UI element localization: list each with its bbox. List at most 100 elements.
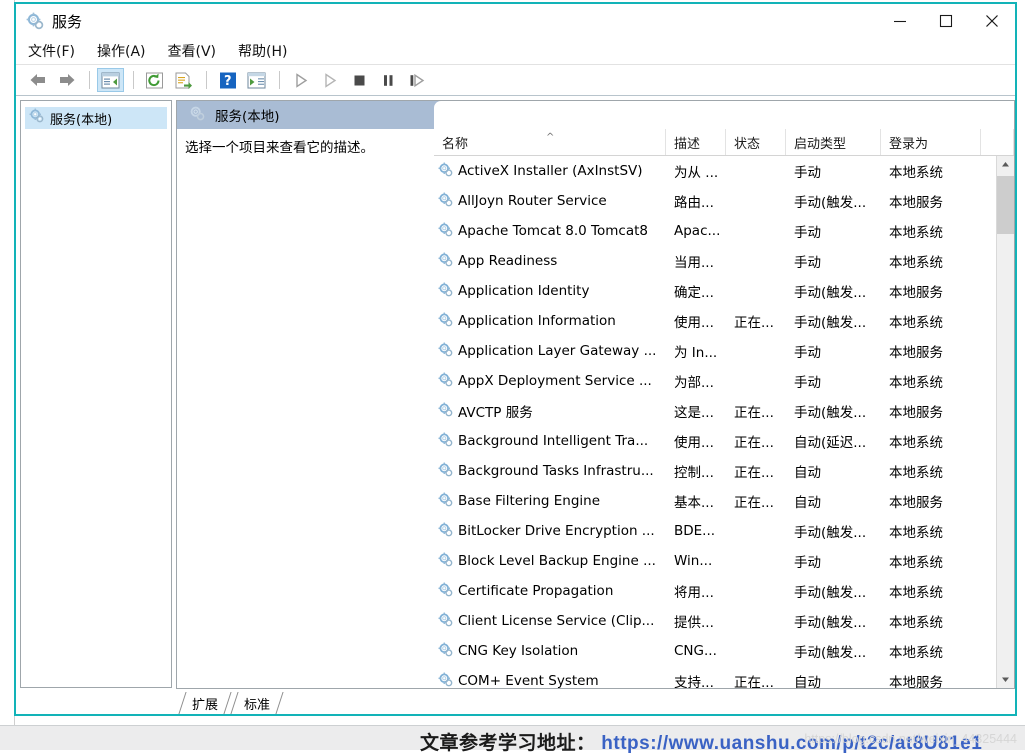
- properties-icon[interactable]: [243, 68, 270, 92]
- service-gear-icon: [438, 552, 458, 571]
- table-row[interactable]: Background Intelligent Tra... 使用... 正在... 自…: [434, 426, 996, 456]
- content-frame: 服务(本地) 选择一个项目来查看它的描述。 名称 ^ 描述 状态 启动类型 登录…: [176, 100, 1015, 688]
- service-gear-icon: [438, 402, 458, 421]
- row-description: 这是...: [674, 405, 714, 421]
- row-log-on-as: 本地系统: [889, 165, 943, 181]
- background-bottom-text-prefix: 文章参考学习地址：: [420, 733, 596, 754]
- row-startup-type: 手动(触发...: [794, 645, 867, 661]
- row-service-name: ActiveX Installer (AxInstSV): [434, 162, 666, 181]
- table-row[interactable]: Block Level Backup Engine ... Win... 手动 本地系…: [434, 546, 996, 576]
- show-hide-console-tree-icon[interactable]: [97, 68, 124, 92]
- resume-service-icon[interactable]: [316, 68, 343, 92]
- row-service-name: Application Layer Gateway ...: [434, 342, 666, 361]
- row-log-on-as: 本地系统: [889, 555, 943, 571]
- service-gear-icon: [438, 612, 458, 631]
- pause-service-icon[interactable]: [374, 68, 401, 92]
- row-service-name-label: Background Tasks Infrastru...: [458, 463, 654, 479]
- export-list-icon[interactable]: [170, 68, 197, 92]
- scroll-up-icon[interactable]: [997, 156, 1014, 173]
- menu-item-action[interactable]: 操作(A): [97, 41, 146, 61]
- table-row[interactable]: COM+ Event System 支持... 正在... 自动 本地服务: [434, 666, 996, 688]
- maximize-button[interactable]: [923, 4, 969, 38]
- service-gear-icon: [438, 522, 458, 541]
- restart-service-icon[interactable]: [403, 68, 430, 92]
- row-service-name-label: App Readiness: [458, 253, 558, 269]
- close-button[interactable]: [969, 4, 1015, 38]
- row-log-on-as: 本地服务: [889, 345, 943, 361]
- table-row[interactable]: Background Tasks Infrastru... 控制... 正在... 自…: [434, 456, 996, 486]
- services-gear-icon: [26, 12, 44, 30]
- row-log-on-as: 本地系统: [889, 525, 943, 541]
- row-service-name-label: COM+ Event System: [458, 673, 599, 688]
- stop-service-icon[interactable]: [345, 68, 372, 92]
- table-row[interactable]: Apache Tomcat 8.0 Tomcat8 Apac... 手动 本地系统: [434, 216, 996, 246]
- column-header-name[interactable]: 名称 ^: [434, 129, 666, 155]
- table-row[interactable]: Base Filtering Engine 基本... 正在... 自动 本地服务: [434, 486, 996, 516]
- menu-item-view[interactable]: 查看(V): [168, 41, 217, 61]
- tab-extended[interactable]: 扩展: [178, 692, 230, 714]
- menu-item-help[interactable]: 帮助(H): [238, 41, 287, 61]
- row-service-name: AVCTP 服务: [434, 401, 666, 421]
- row-service-name-label: Client License Service (Clip...: [458, 613, 655, 629]
- row-description: 将用...: [674, 585, 714, 601]
- row-service-name-label: Block Level Backup Engine ...: [458, 553, 656, 569]
- row-description: Apac...: [674, 223, 721, 239]
- minimize-button[interactable]: [877, 4, 923, 38]
- row-log-on-as: 本地服务: [889, 405, 943, 421]
- table-row[interactable]: App Readiness 当用... 手动 本地系统: [434, 246, 996, 276]
- table-row[interactable]: Application Identity 确定... 手动(触发... 本地服务: [434, 276, 996, 306]
- row-service-name: Base Filtering Engine: [434, 492, 666, 511]
- list-vertical-scrollbar[interactable]: [996, 156, 1014, 688]
- row-description: 确定...: [674, 285, 714, 301]
- pane-columns: 选择一个项目来查看它的描述。 名称 ^ 描述 状态 启动类型 登录为 Activ…: [177, 129, 1014, 688]
- scrollbar-thumb[interactable]: [997, 176, 1014, 234]
- details-pane-header: 服务(本地): [177, 101, 1014, 129]
- table-row[interactable]: Application Information 使用... 正在... 手动(触发..…: [434, 306, 996, 336]
- forward-icon[interactable]: [53, 68, 80, 92]
- row-service-name-label: AllJoyn Router Service: [458, 193, 607, 209]
- row-startup-type: 手动(触发...: [794, 405, 867, 421]
- scrollbar-track[interactable]: [997, 173, 1014, 671]
- table-row[interactable]: Certificate Propagation 将用... 手动(触发... 本地系统: [434, 576, 996, 606]
- refresh-icon[interactable]: [141, 68, 168, 92]
- column-header-status[interactable]: 状态: [726, 129, 786, 155]
- row-startup-type: 手动(触发...: [794, 285, 867, 301]
- table-row[interactable]: Application Layer Gateway ... 为 In... 手动 本地…: [434, 336, 996, 366]
- column-header-startup-type[interactable]: 启动类型: [786, 129, 881, 155]
- row-service-name-label: Application Identity: [458, 283, 590, 299]
- description-placeholder: 选择一个项目来查看它的描述。: [185, 140, 374, 156]
- table-row[interactable]: ActiveX Installer (AxInstSV) 为从 ... 手动 本地系统: [434, 156, 996, 186]
- scroll-down-icon[interactable]: [997, 671, 1014, 688]
- service-gear-icon: [438, 162, 458, 181]
- view-tabs: 扩展 标准: [176, 688, 1015, 714]
- column-header-description[interactable]: 描述: [666, 129, 726, 155]
- row-log-on-as: 本地系统: [889, 255, 943, 271]
- start-service-icon[interactable]: [287, 68, 314, 92]
- row-status: 正在...: [734, 675, 774, 688]
- row-service-name: Apache Tomcat 8.0 Tomcat8: [434, 222, 666, 241]
- table-row[interactable]: AppX Deployment Service ... 为部... 手动 本地系统: [434, 366, 996, 396]
- console-tree-pane: 服务(本地): [20, 100, 172, 688]
- row-description: 使用...: [674, 435, 714, 451]
- row-description: Win...: [674, 553, 713, 569]
- service-gear-icon: [438, 252, 458, 271]
- table-row[interactable]: Client License Service (Clip... 提供... 手动(触…: [434, 606, 996, 636]
- row-service-name-label: Apache Tomcat 8.0 Tomcat8: [458, 223, 648, 239]
- row-service-name: App Readiness: [434, 252, 666, 271]
- tree-item-services-local[interactable]: 服务(本地): [25, 107, 167, 129]
- menu-item-file[interactable]: 文件(F): [28, 41, 75, 61]
- services-rows: ActiveX Installer (AxInstSV) 为从 ... 手动 本地系统…: [434, 156, 996, 688]
- row-service-name: Application Identity: [434, 282, 666, 301]
- table-row[interactable]: BitLocker Drive Encryption ... BDE... 手动(触…: [434, 516, 996, 546]
- row-description: 路由...: [674, 195, 714, 211]
- back-icon[interactable]: [24, 68, 51, 92]
- tab-standard[interactable]: 标准: [230, 692, 282, 714]
- table-row[interactable]: CNG Key Isolation CNG... 手动(触发... 本地系统: [434, 636, 996, 666]
- row-service-name-label: AVCTP 服务: [458, 405, 533, 421]
- column-header-log-on-as[interactable]: 登录为: [881, 129, 981, 155]
- table-row[interactable]: AVCTP 服务 这是... 正在... 手动(触发... 本地服务: [434, 396, 996, 426]
- svg-text:?: ?: [224, 74, 232, 89]
- background-bottom-text-link: https://www.uanshu.com/p/t2c/at8U81e1: [601, 733, 983, 754]
- help-icon[interactable]: ?: [214, 68, 241, 92]
- table-row[interactable]: AllJoyn Router Service 路由... 手动(触发... 本地服务: [434, 186, 996, 216]
